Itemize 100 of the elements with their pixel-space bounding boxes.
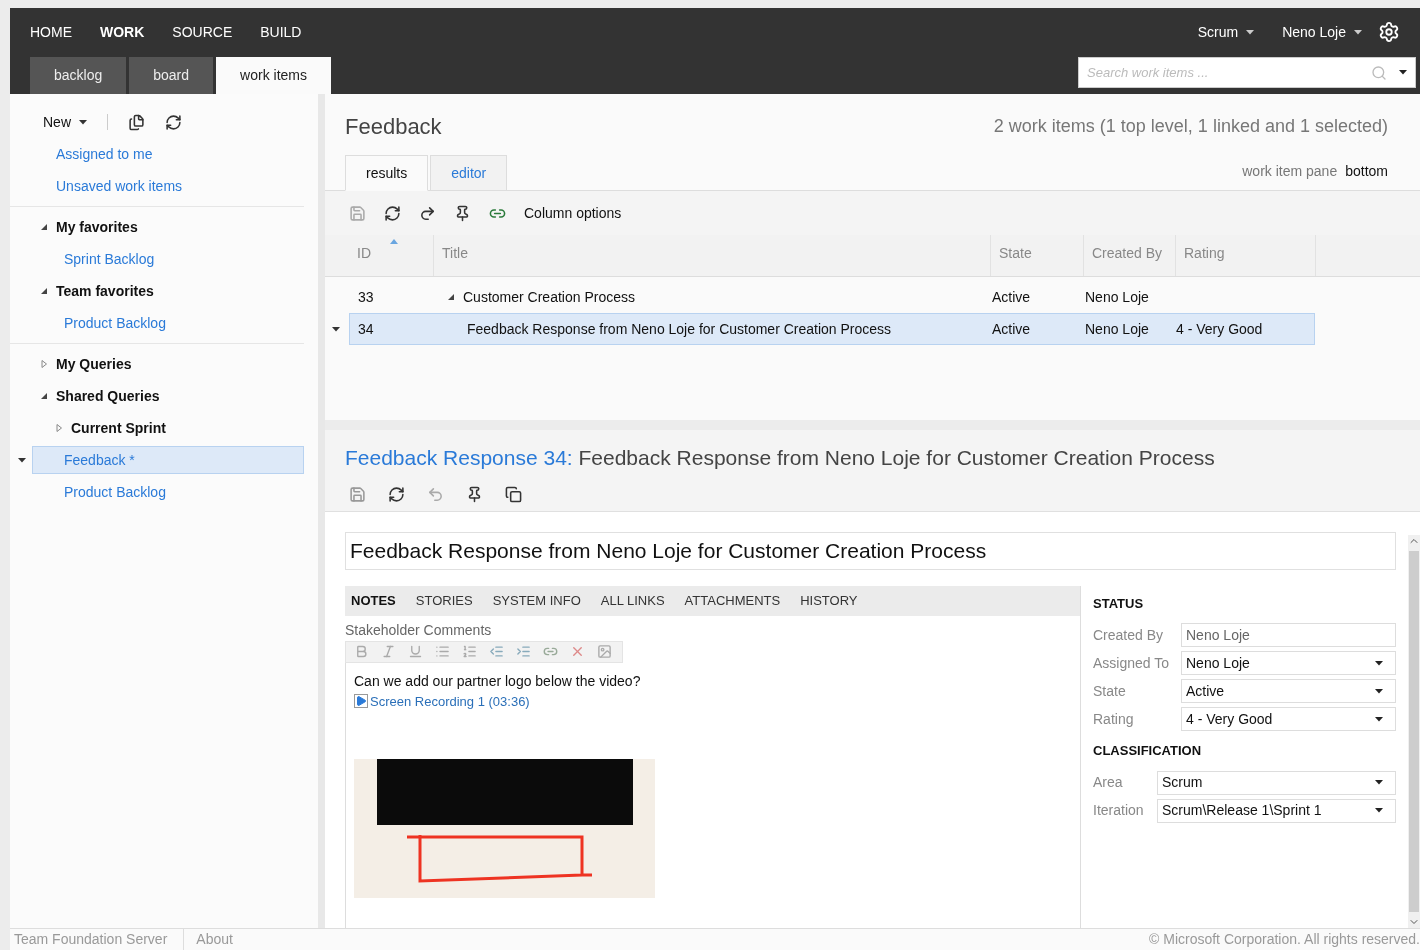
caret-icon (1246, 29, 1255, 35)
field-label: State (1093, 681, 1127, 701)
search-input[interactable]: Search work items ... (1087, 62, 1371, 83)
query-item[interactable]: Feedback * (32, 446, 304, 474)
copy-icon[interactable] (128, 113, 145, 131)
title-cell-text: Feedback Response from Neno Loje for Customer Creation Process (467, 319, 892, 339)
pin-icon[interactable] (454, 204, 471, 222)
rating-cell-text: 4 - Very Good (1176, 319, 1263, 339)
caret-icon (1375, 688, 1383, 694)
field-label: Iteration (1093, 801, 1145, 820)
save-icon[interactable] (349, 485, 366, 503)
dropdown-field[interactable]: 4 - Very Good (1181, 707, 1396, 731)
sub-tab[interactable]: work items (216, 57, 331, 94)
sidebar-link[interactable]: Unsaved work items (10, 170, 304, 202)
caret-icon (1375, 716, 1383, 722)
collapsed-triangle-icon[interactable] (55, 424, 63, 432)
form-tab[interactable]: ATTACHMENTS (684, 590, 781, 611)
query-item[interactable]: Sprint Backlog (32, 245, 304, 273)
sub-tab[interactable]: backlog (30, 57, 127, 94)
field-label: Area (1093, 773, 1124, 792)
folder-label[interactable]: Shared Queries (56, 385, 160, 407)
image-icon[interactable] (597, 644, 612, 659)
id-cell-text: 33 (357, 287, 375, 307)
caret-icon (332, 327, 340, 332)
project-menu[interactable]: Scrum (1197, 21, 1255, 43)
form-tab[interactable]: NOTES (351, 590, 396, 611)
created-by-cell-text: Neno Loje (1085, 319, 1150, 339)
form-tab[interactable]: ALL LINKS (600, 590, 665, 611)
expanded-triangle-icon[interactable] (40, 392, 48, 400)
state-cell-text: Active (992, 287, 1032, 307)
query-tab[interactable]: editor (430, 155, 508, 191)
save-icon[interactable] (349, 204, 366, 222)
folder-label[interactable]: My favorites (56, 216, 138, 238)
caret-icon (1375, 808, 1383, 813)
collapsed-triangle-icon[interactable] (40, 360, 48, 368)
created-by-cell-text: Neno Loje (1085, 287, 1150, 307)
dropdown-field[interactable]: Active (1181, 679, 1396, 703)
search-icon[interactable] (1371, 64, 1387, 81)
user-menu[interactable]: Neno Loje (1282, 21, 1362, 43)
pin-icon[interactable] (466, 485, 483, 503)
copy-icon[interactable] (505, 485, 522, 503)
column-options-button[interactable]: Column options (524, 202, 622, 224)
bold-icon[interactable] (354, 644, 369, 659)
new-button[interactable]: New (43, 111, 87, 133)
dropdown-field[interactable]: Scrum\Release 1\Sprint 1 (1157, 798, 1396, 823)
expanded-triangle-icon[interactable] (40, 287, 48, 295)
sub-tab[interactable]: board (129, 57, 214, 94)
recording-link[interactable]: Screen Recording 1 (03:36) (370, 691, 530, 711)
refresh-icon[interactable] (388, 485, 405, 503)
bullet-list-icon[interactable] (435, 644, 450, 659)
dropdown-field[interactable]: Scrum (1157, 770, 1396, 795)
comment-text: Can we add our partner logo below the video? (354, 671, 642, 691)
numbered-list-icon[interactable] (462, 644, 477, 659)
caret-icon (1399, 70, 1407, 75)
nav-tab[interactable]: SOURCE (172, 21, 233, 43)
query-item[interactable]: Product Backlog (32, 478, 304, 506)
dropdown-field[interactable]: Neno Loje (1181, 651, 1396, 675)
folder-label[interactable]: My Queries (56, 353, 132, 375)
state-cell-text: Active (992, 319, 1032, 339)
group-heading: STATUS (1093, 594, 1145, 613)
folder-label[interactable]: Current Sprint (71, 417, 166, 439)
group-heading: CLASSIFICATION (1093, 742, 1203, 760)
field-label: Created By (1093, 625, 1165, 645)
readonly-field[interactable]: Neno Loje (1181, 623, 1396, 647)
sort-ascending-icon (390, 239, 398, 244)
refresh-icon[interactable] (384, 204, 401, 222)
expanded-triangle-icon[interactable] (447, 293, 455, 301)
scrollbar[interactable] (1408, 535, 1420, 928)
sidebar-link[interactable]: Assigned to me (10, 138, 304, 170)
underline-icon[interactable] (408, 644, 423, 659)
undo-icon[interactable] (427, 485, 444, 503)
video-file-icon (354, 694, 368, 709)
expanded-triangle-icon[interactable] (40, 223, 48, 231)
results-summary: 2 work items (1 top level, 1 linked and 1 selected) (993, 115, 1388, 138)
folder-label[interactable]: Team favorites (56, 280, 154, 302)
title-cell-text: Customer Creation Process (463, 287, 635, 307)
field-label: Rating (1093, 709, 1135, 729)
query-tab[interactable]: results (345, 155, 429, 191)
form-tab[interactable]: HISTORY (800, 590, 858, 611)
nav-tab[interactable]: BUILD (260, 21, 302, 43)
nav-tab[interactable]: HOME (30, 21, 72, 43)
remove-link-icon[interactable] (570, 644, 585, 659)
table-row[interactable]: 34 Feedback Response from Neno Loje for Customer Creation Process Active Neno Loje 4 - Very Good (349, 313, 1315, 345)
query-item[interactable]: Product Backlog (32, 309, 304, 337)
italic-icon[interactable] (381, 644, 396, 659)
pane-toggle[interactable]: bottom (1345, 161, 1388, 182)
refresh-icon[interactable] (165, 113, 182, 131)
redo-icon[interactable] (419, 204, 436, 222)
form-tab[interactable]: SYSTEM INFO (492, 590, 581, 611)
settings-icon[interactable] (1378, 21, 1400, 43)
form-tab[interactable]: STORIES (415, 590, 473, 611)
indent-icon[interactable] (516, 644, 531, 659)
search-field[interactable]: Search work items ... (1078, 57, 1416, 88)
id-cell-text: 34 (357, 319, 375, 339)
outdent-icon[interactable] (489, 644, 504, 659)
nav-tab[interactable]: WORK (100, 21, 145, 43)
caret-icon (18, 458, 26, 463)
pane-label: work item pane (1242, 162, 1338, 181)
title-field[interactable]: Feedback Response from Neno Loje for Customer Creation Process (345, 531, 1396, 570)
table-row[interactable]: 33 Customer Creation Process Active Neno Loje (349, 281, 1315, 313)
